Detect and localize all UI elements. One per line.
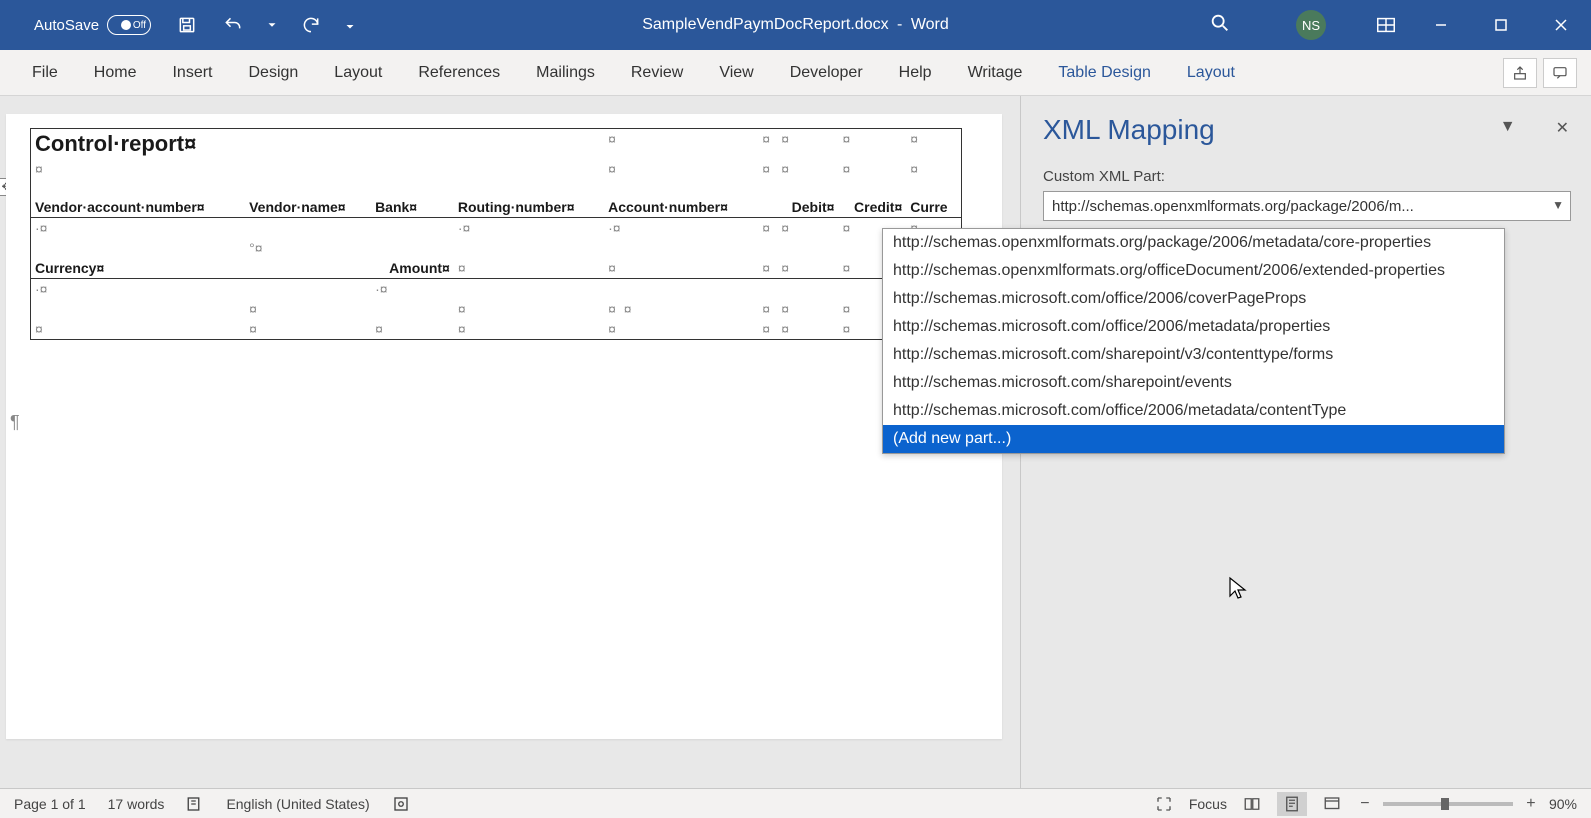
doc-filename: SampleVendPaymDocReport.docx xyxy=(642,16,888,33)
autosave-toggle[interactable]: AutoSave Off xyxy=(34,15,151,35)
document-page: Control·report¤ ¤¤¤¤¤ ¤ ¤¤¤¤¤ Vendor·acc… xyxy=(6,114,1002,739)
qat-customize[interactable] xyxy=(343,11,357,39)
zoom-slider[interactable] xyxy=(1383,802,1513,806)
toggle-knob xyxy=(121,20,131,30)
custom-xml-part-combo[interactable]: http://schemas.openxmlformats.org/packag… xyxy=(1043,191,1571,221)
user-avatar[interactable]: NS xyxy=(1296,10,1326,40)
col-debit: Debit¤ xyxy=(777,197,838,218)
autosave-label: AutoSave xyxy=(34,17,99,34)
tab-home[interactable]: Home xyxy=(76,50,155,96)
ribbon-right-controls xyxy=(1503,58,1577,88)
col-account: Account·number¤ xyxy=(604,197,758,218)
end-paragraph-mark: ¶ xyxy=(10,412,20,433)
ribbon-tabs: File Home Insert Design Layout Reference… xyxy=(0,50,1591,96)
tab-mailings[interactable]: Mailings xyxy=(518,50,613,96)
redo-button[interactable] xyxy=(297,11,325,39)
tab-layout[interactable]: Layout xyxy=(316,50,400,96)
col-currency-cut: Curre xyxy=(906,197,961,218)
tab-developer[interactable]: Developer xyxy=(772,50,881,96)
tab-design[interactable]: Design xyxy=(230,50,316,96)
cursor-icon xyxy=(1228,576,1248,607)
col-amount: Amount¤ xyxy=(371,258,454,279)
macro-button[interactable] xyxy=(392,795,410,813)
zoom-level[interactable]: 90% xyxy=(1549,796,1577,812)
title-separator: - xyxy=(897,16,902,33)
combo-value: http://schemas.openxmlformats.org/packag… xyxy=(1052,198,1414,215)
web-layout-button[interactable] xyxy=(1317,792,1347,816)
tab-insert[interactable]: Insert xyxy=(154,50,230,96)
status-bar: Page 1 of 1 17 words English (United Sta… xyxy=(0,788,1591,818)
minimize-button[interactable] xyxy=(1411,0,1471,50)
col-credit: Credit¤ xyxy=(838,197,906,218)
page-indicator[interactable]: Page 1 of 1 xyxy=(14,796,86,812)
custom-xml-part-label: Custom XML Part: xyxy=(1043,168,1571,185)
col-vendor-name: Vendor·name¤ xyxy=(245,197,371,218)
tab-file[interactable]: File xyxy=(14,50,76,96)
focus-label[interactable]: Focus xyxy=(1189,796,1227,812)
xml-part-dropdown[interactable]: http://schemas.openxmlformats.org/packag… xyxy=(882,228,1505,454)
pane-close-button[interactable]: ✕ xyxy=(1556,118,1569,138)
col-vendor-account: Vendor·account·number¤ xyxy=(31,197,245,218)
word-count[interactable]: 17 words xyxy=(108,796,165,812)
dropdown-item[interactable]: http://schemas.openxmlformats.org/packag… xyxy=(883,229,1504,257)
window-controls xyxy=(1411,0,1591,50)
zoom-in-button[interactable]: + xyxy=(1523,795,1539,813)
dropdown-item[interactable]: http://schemas.microsoft.com/sharepoint/… xyxy=(883,341,1504,369)
document-canvas[interactable]: ✥ ¶ Control·report¤ ¤¤¤¤¤ ¤ ¤¤¤¤¤ Vendor… xyxy=(0,96,1020,788)
zoom-out-button[interactable]: − xyxy=(1357,795,1373,813)
print-layout-button[interactable] xyxy=(1277,792,1307,816)
share-button[interactable] xyxy=(1503,58,1537,88)
document-title: SampleVendPaymDocReport.docx - Word xyxy=(642,16,949,34)
tab-writage[interactable]: Writage xyxy=(950,50,1041,96)
dropdown-item[interactable]: http://schemas.microsoft.com/office/2006… xyxy=(883,285,1504,313)
pane-title: XML Mapping xyxy=(1043,114,1571,146)
user-initials: NS xyxy=(1302,18,1320,33)
dropdown-item[interactable]: http://schemas.microsoft.com/sharepoint/… xyxy=(883,369,1504,397)
undo-button[interactable] xyxy=(219,11,247,39)
tab-view[interactable]: View xyxy=(701,50,771,96)
save-button[interactable] xyxy=(173,11,201,39)
tab-references[interactable]: References xyxy=(400,50,518,96)
language-indicator[interactable]: English (United States) xyxy=(226,796,369,812)
col-currency: Currency¤ xyxy=(31,258,245,279)
autosave-switch[interactable]: Off xyxy=(107,15,151,35)
maximize-button[interactable] xyxy=(1471,0,1531,50)
close-button[interactable] xyxy=(1531,0,1591,50)
tab-review[interactable]: Review xyxy=(613,50,701,96)
dropdown-item[interactable]: http://schemas.openxmlformats.org/office… xyxy=(883,257,1504,285)
pane-options-button[interactable]: ▼ xyxy=(1500,118,1516,138)
chevron-down-icon: ▼ xyxy=(1552,198,1564,212)
focus-mode-button[interactable] xyxy=(1149,792,1179,816)
app-name: Word xyxy=(911,16,949,33)
col-routing: Routing·number¤ xyxy=(454,197,604,218)
undo-dropdown[interactable] xyxy=(265,11,279,39)
ribbon-display-options[interactable] xyxy=(1361,0,1411,50)
dropdown-item[interactable]: http://schemas.microsoft.com/office/2006… xyxy=(883,397,1504,425)
zoom-thumb[interactable] xyxy=(1441,798,1449,810)
comments-button[interactable] xyxy=(1543,58,1577,88)
tab-table-design[interactable]: Table Design xyxy=(1040,50,1169,96)
col-bank: Bank¤ xyxy=(371,197,454,218)
search-button[interactable] xyxy=(1209,12,1231,39)
report-title: Control·report¤ xyxy=(31,129,604,159)
title-bar: AutoSave Off SampleVendPaymDocReport.doc… xyxy=(0,0,1591,50)
spellcheck-button[interactable] xyxy=(186,795,204,813)
dropdown-item-add-new[interactable]: (Add new part...) xyxy=(883,425,1504,453)
dropdown-item[interactable]: http://schemas.microsoft.com/office/2006… xyxy=(883,313,1504,341)
tab-help[interactable]: Help xyxy=(881,50,950,96)
document-table[interactable]: Control·report¤ ¤¤¤¤¤ ¤ ¤¤¤¤¤ Vendor·acc… xyxy=(31,129,961,339)
quick-access-toolbar xyxy=(173,11,357,39)
tab-table-layout[interactable]: Layout xyxy=(1169,50,1253,96)
read-mode-button[interactable] xyxy=(1237,792,1267,816)
autosave-state: Off xyxy=(133,20,146,31)
